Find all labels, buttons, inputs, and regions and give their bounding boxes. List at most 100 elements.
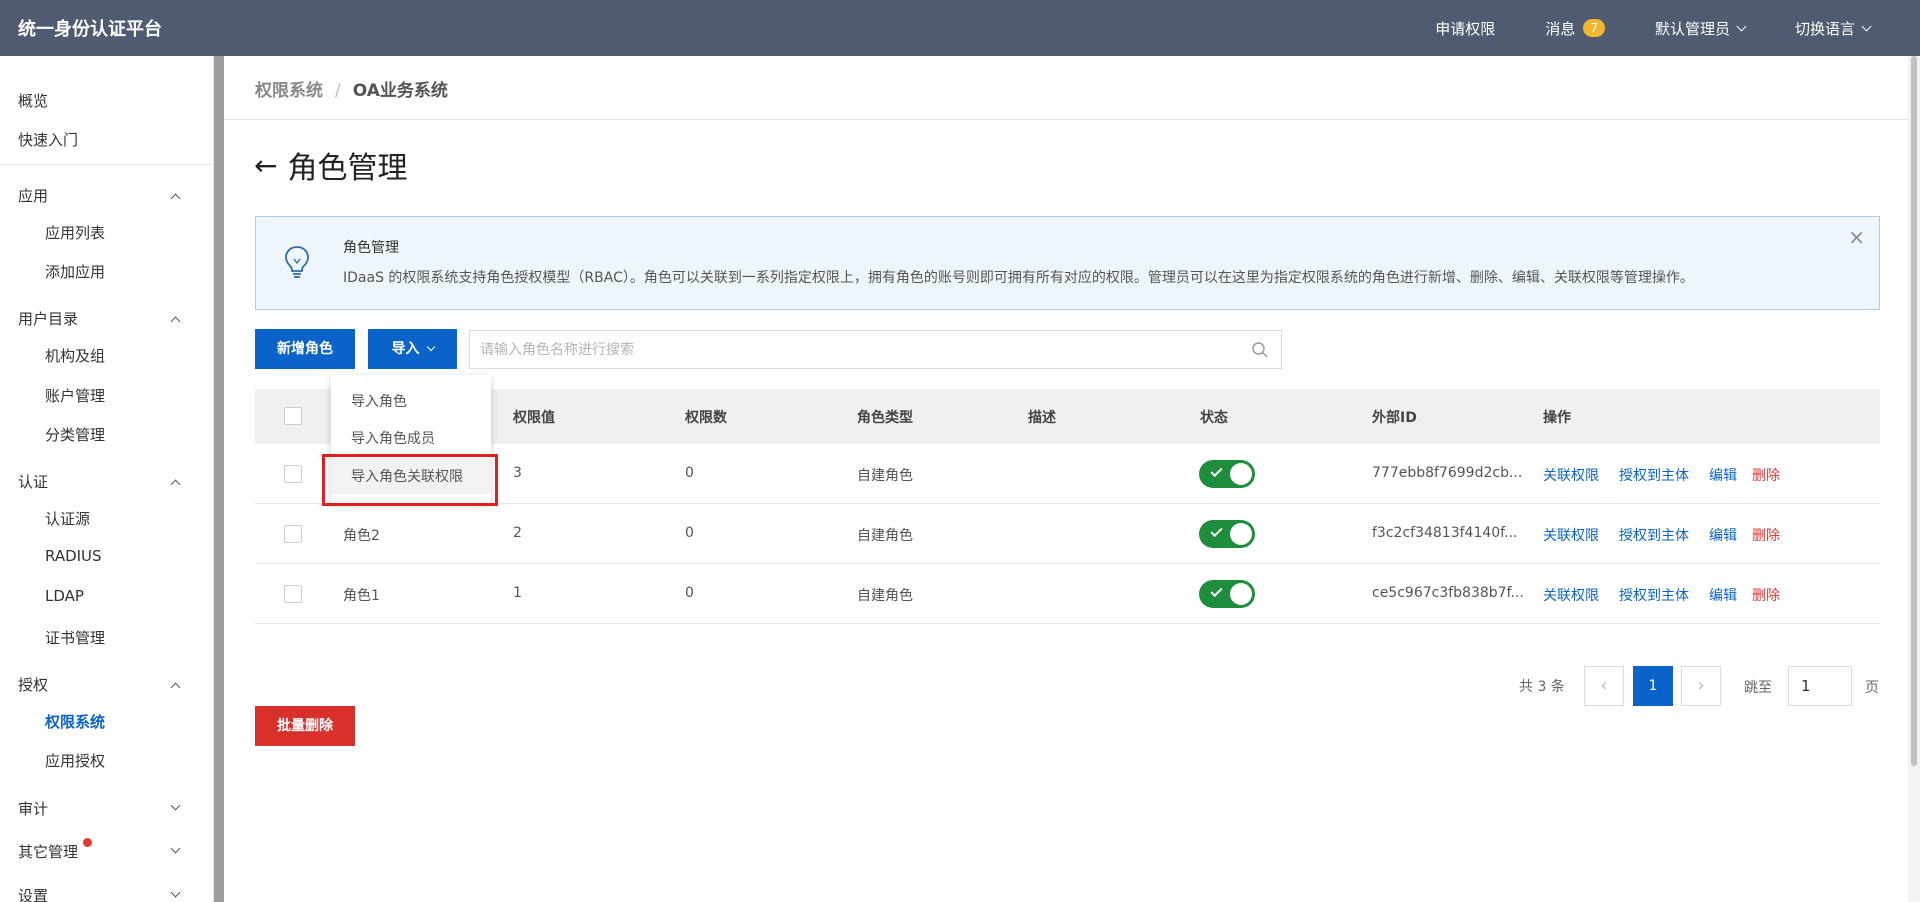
sidebar-item-app-list[interactable]: 应用列表	[45, 222, 105, 243]
link-permission-link[interactable]: 关联权限	[1543, 525, 1599, 545]
status-toggle[interactable]	[1199, 460, 1255, 488]
delete-link[interactable]: 删除	[1752, 465, 1780, 485]
chevron-down-icon[interactable]	[170, 843, 181, 854]
import-button[interactable]: 导入	[368, 329, 457, 369]
header-status: 状态	[1200, 410, 1228, 426]
search-icon[interactable]	[1251, 341, 1269, 359]
user-menu[interactable]: 默认管理员	[1654, 18, 1747, 39]
sidebar-group-auth[interactable]: 认证	[18, 471, 48, 492]
edit-link[interactable]: 编辑	[1709, 465, 1737, 485]
scrollbar-thumb[interactable]	[1911, 56, 1917, 766]
messages-label: 消息	[1545, 19, 1576, 38]
grant-link[interactable]: 授权到主体	[1619, 465, 1689, 485]
sidebar-group-apps[interactable]: 应用	[18, 185, 48, 206]
external-id: 777ebb8f7699d2cb...	[1372, 465, 1523, 481]
goto-label: 跳至	[1744, 680, 1772, 696]
sidebar-item-overview[interactable]: 概览	[18, 90, 48, 111]
sidebar-item-ldap[interactable]: LDAP	[45, 587, 84, 605]
sidebar-group-directory[interactable]: 用户目录	[18, 308, 78, 329]
external-id: f3c2cf34813f4140f...	[1372, 525, 1518, 541]
add-role-button[interactable]: 新增角色	[255, 329, 355, 369]
external-id: ce5c967c3fb838b7f...	[1372, 585, 1524, 601]
notification-dot	[83, 838, 92, 847]
role-type: 自建角色	[857, 528, 913, 544]
batch-delete-label: 批量删除	[277, 718, 333, 734]
select-all-checkbox[interactable]	[284, 407, 302, 425]
link-permission-link[interactable]: 关联权限	[1543, 585, 1599, 605]
chevron-up-icon[interactable]	[170, 682, 181, 693]
row-checkbox[interactable]	[284, 465, 302, 483]
chevron-down-icon[interactable]	[170, 887, 181, 898]
sidebar-group-authz[interactable]: 授权	[18, 674, 48, 695]
lightbulb-icon	[285, 246, 309, 278]
sidebar-group-audit[interactable]: 审计	[18, 798, 48, 819]
sidebar-item-quickstart[interactable]: 快速入门	[18, 129, 78, 150]
sidebar-group-settings[interactable]: 设置	[18, 885, 48, 902]
check-icon	[1210, 584, 1223, 598]
prev-page-button[interactable]: ‹	[1584, 666, 1624, 706]
sidebar-item-categories[interactable]: 分类管理	[45, 424, 105, 445]
close-icon[interactable]: ×	[1848, 225, 1865, 249]
breadcrumb-parent[interactable]: 权限系统	[255, 81, 323, 101]
page-1-button[interactable]: 1	[1633, 666, 1673, 706]
import-label: 导入	[391, 341, 420, 357]
pagination-total: 共 3 条	[1519, 679, 1565, 695]
sidebar-item-org[interactable]: 机构及组	[45, 345, 105, 366]
apply-label: 申请权限	[1435, 19, 1496, 38]
page-unit-label: 页	[1865, 680, 1879, 696]
sidebar-item-certs[interactable]: 证书管理	[45, 627, 105, 648]
sidebar-group-other[interactable]: 其它管理	[18, 841, 78, 862]
language-menu[interactable]: 切换语言	[1794, 18, 1872, 39]
sidebar-item-auth-source[interactable]: 认证源	[45, 508, 90, 529]
perm-count: 0	[685, 585, 694, 601]
status-toggle[interactable]	[1199, 580, 1255, 608]
status-toggle[interactable]	[1199, 520, 1255, 548]
menu-item-import-members[interactable]: 导入角色成员	[351, 428, 435, 448]
role-type: 自建角色	[857, 588, 913, 604]
link-permission-link[interactable]: 关联权限	[1543, 465, 1599, 485]
apply-permission-link[interactable]: 申请权限	[1435, 18, 1495, 39]
chevron-up-icon[interactable]	[170, 316, 181, 327]
table-row: 角色1 1 0 自建角色 ce5c967c3fb838b7f... 关联权限 授…	[255, 564, 1880, 624]
top-bar: 统一身份认证平台 申请权限 消息 7 默认管理员 切换语言	[0, 0, 1920, 56]
goto-page-input[interactable]	[1788, 666, 1852, 706]
page-scrollbar[interactable]	[1908, 56, 1920, 902]
breadcrumb-separator: /	[335, 81, 341, 101]
menu-item-import-role[interactable]: 导入角色	[351, 391, 407, 411]
language-label: 切换语言	[1794, 19, 1855, 38]
perm-value: 1	[513, 585, 522, 601]
sidebar-item-add-app[interactable]: 添加应用	[45, 261, 105, 282]
page-title: ← 角色管理	[254, 143, 407, 187]
row-checkbox[interactable]	[284, 585, 302, 603]
back-arrow-icon[interactable]: ←	[254, 149, 277, 182]
delete-link[interactable]: 删除	[1752, 525, 1780, 545]
user-label: 默认管理员	[1654, 19, 1730, 38]
sidebar-item-app-authz[interactable]: 应用授权	[45, 750, 105, 771]
table-row: 3 0 自建角色 777ebb8f7699d2cb... 关联权限 授权到主体 …	[255, 444, 1880, 504]
search-input[interactable]	[470, 331, 1230, 368]
chevron-down-icon[interactable]	[170, 800, 181, 811]
sidebar-item-permission-system[interactable]: 权限系统	[45, 711, 105, 732]
check-icon	[1210, 464, 1223, 478]
toggle-knob	[1230, 463, 1252, 485]
edit-link[interactable]: 编辑	[1709, 525, 1737, 545]
batch-delete-button[interactable]: 批量删除	[255, 706, 355, 746]
grant-link[interactable]: 授权到主体	[1619, 525, 1689, 545]
sidebar-item-accounts[interactable]: 账户管理	[45, 385, 105, 406]
chevron-up-icon[interactable]	[170, 479, 181, 490]
chevron-up-icon[interactable]	[170, 193, 181, 204]
sidebar-item-radius[interactable]: RADIUS	[45, 547, 102, 565]
edit-link[interactable]: 编辑	[1709, 585, 1737, 605]
row-checkbox[interactable]	[284, 525, 302, 543]
messages-button[interactable]: 消息 7	[1545, 18, 1605, 39]
role-name: 角色2	[343, 528, 380, 544]
next-page-button[interactable]: ›	[1681, 666, 1721, 706]
info-description: IDaaS 的权限系统支持角色授权模型（RBAC）。角色可以关联到一系列指定权限…	[343, 270, 1694, 286]
role-name: 角色1	[343, 588, 380, 604]
chevron-down-icon	[1736, 21, 1747, 31]
header-description: 描述	[1028, 410, 1056, 426]
delete-link[interactable]: 删除	[1752, 585, 1780, 605]
grant-link[interactable]: 授权到主体	[1619, 585, 1689, 605]
sidebar-scrollbar[interactable]	[214, 56, 224, 902]
perm-count: 0	[685, 525, 694, 541]
